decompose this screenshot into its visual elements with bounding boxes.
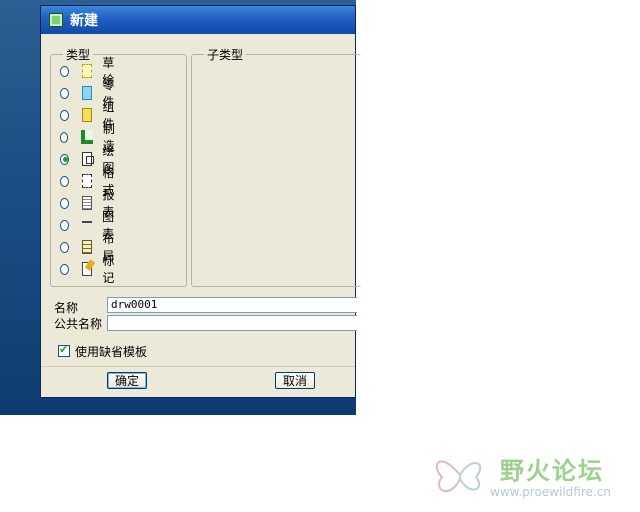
common-name-input[interactable] [107,315,357,331]
new-file-dialog: 新建 类型 草绘 零件 组件 制造 绘图 格式 报表 图表 布局 标记 子类型 … [40,5,361,398]
drawing-icon [81,152,94,166]
radio-button[interactable] [60,241,69,253]
radio-button[interactable] [60,263,69,275]
name-label: 名称 [54,301,79,315]
subtype-group-label: 子类型 [207,48,244,62]
common-name-label: 公共名称 [54,317,103,331]
radio-button-selected[interactable] [60,153,69,165]
dialog-titlebar[interactable]: 新建 [41,6,355,34]
sketch-icon [81,64,93,78]
radio-button[interactable] [60,131,69,143]
manufacturing-icon [81,130,93,144]
subtype-group: 子类型 [191,46,361,287]
format-icon [81,174,93,188]
watermark-url: www.proewildfire.cn [490,485,611,499]
name-input[interactable]: drw0001 [107,297,357,313]
markup-icon [81,262,93,276]
radio-button[interactable] [60,219,69,231]
use-default-template-label: 使用缺省模板 [75,345,148,359]
cancel-button[interactable]: 取消 [275,372,315,389]
forum-watermark: 野火论坛 www.proewildfire.cn [430,445,630,505]
use-default-template-checkbox[interactable] [58,343,70,357]
assembly-icon [81,108,93,122]
watermark-title: 野火论坛 [500,457,604,485]
butterfly-logo-icon [435,460,482,493]
part-icon [81,86,93,100]
dialog-app-icon [49,13,63,27]
type-option-label: 标记 [102,254,115,285]
radio-button[interactable] [60,175,69,187]
radio-button[interactable] [60,65,69,77]
diagram-icon [81,221,93,229]
dialog-title: 新建 [70,13,98,29]
ok-button[interactable]: 确定 [107,372,147,389]
report-icon [81,196,93,210]
type-option-markup[interactable]: 标记 [60,254,120,285]
type-group-label: 类型 [66,48,91,62]
layout-icon [81,240,93,254]
radio-button[interactable] [60,109,69,121]
radio-button[interactable] [60,197,69,209]
dialog-separator [41,366,355,367]
radio-button[interactable] [60,87,69,99]
